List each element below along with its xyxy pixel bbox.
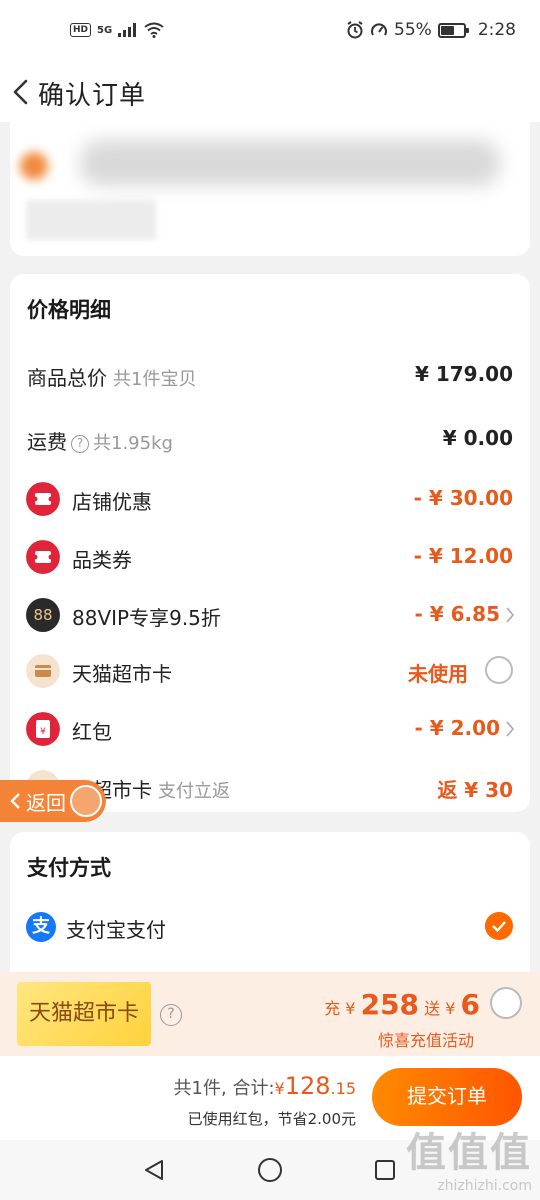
vip-discount-value: - ¥ 6.85 <box>414 602 501 626</box>
red-packet-label: 红包 <box>72 720 112 744</box>
question-icon[interactable]: ? <box>71 435 89 453</box>
shipping-weight: 共1.95kg <box>93 433 173 454</box>
signal-icon <box>118 23 137 37</box>
promo-bar: 天猫超市卡 ? 充 ¥ 258 送 ¥ 6 惊喜充值活动 <box>0 972 540 1056</box>
speed-gauge-icon <box>371 23 387 36</box>
goods-total-value: ¥ 179.00 <box>414 362 513 386</box>
promo-offer: 充 ¥ 258 送 ¥ 6 <box>324 988 480 1021</box>
avatar <box>70 785 102 817</box>
gift-prefix: 送 ¥ <box>424 999 456 1018</box>
category-coupon-label: 品类券 <box>72 548 132 572</box>
vip-88-icon: 88 <box>26 598 60 632</box>
cashback-note: 支付立返 <box>158 781 230 802</box>
chevron-right-icon <box>506 721 515 737</box>
clock: 2:28 <box>477 20 516 40</box>
row-goods-total: 商品总价 共1件宝贝 ¥ 179.00 <box>10 356 530 396</box>
row-tmall-card[interactable]: 天猫超市卡 未使用 <box>10 652 530 692</box>
red-packet-icon: ¥ <box>26 712 60 746</box>
total-line: 共1件, 合计:¥128.15 <box>174 1072 356 1100</box>
location-icon <box>20 152 48 180</box>
red-packet-value: - ¥ 2.00 <box>414 716 501 740</box>
store-discount-value: - ¥ 30.00 <box>413 486 513 510</box>
payment-title: 支付方式 <box>27 856 111 880</box>
tmall-card-label: 天猫超市卡 <box>72 662 172 686</box>
status-bar: HD 5G 55% 2:28 <box>0 0 540 64</box>
gift-amount: 6 <box>460 988 480 1021</box>
coupon-icon <box>26 540 60 574</box>
total-int: 128 <box>284 1072 331 1100</box>
tmall-card-promo[interactable]: 天猫超市卡 <box>17 982 151 1046</box>
total-label: 合计: <box>232 1078 275 1099</box>
home-circle-icon[interactable] <box>257 1157 283 1183</box>
row-red-packet[interactable]: ¥ 红包 - ¥ 2.00 <box>10 710 530 750</box>
status-left-group: HD 5G <box>70 22 164 38</box>
alipay-icon: 支 <box>26 912 56 942</box>
alarm-icon <box>347 21 363 39</box>
watermark-url: zhizhizhi.com <box>437 1178 532 1194</box>
cashback-value: 返 ¥ 30 <box>437 778 513 802</box>
page-title: 确认订单 <box>38 81 147 111</box>
recents-square-icon[interactable] <box>374 1159 396 1181</box>
tmall-card-status: 未使用 <box>408 662 468 686</box>
question-icon[interactable]: ? <box>160 1004 182 1026</box>
vip-discount-label: 88VIP专享9.5折 <box>72 606 221 630</box>
back-arrow-icon[interactable] <box>10 78 34 106</box>
row-shipping: 运费? 共1.95kg ¥ 0.00 <box>10 420 530 460</box>
back-triangle-icon[interactable] <box>142 1158 166 1182</box>
price-detail-card: 价格明细 商品总价 共1件宝贝 ¥ 179.00 运费? 共1.95kg ¥ 0.0… <box>10 274 530 812</box>
chevron-left-icon <box>10 793 20 809</box>
store-discount-label: 店铺优惠 <box>72 490 152 514</box>
row-category-coupon[interactable]: 品类券 - ¥ 12.00 <box>10 538 530 578</box>
alipay-label: 支付宝支付 <box>66 918 166 942</box>
saved-note: 已使用红包，节省2.00元 <box>187 1110 356 1128</box>
coupon-icon <box>26 482 60 516</box>
floating-back-label: 返回 <box>26 790 66 815</box>
total-amount: ¥128.15 <box>275 1072 356 1100</box>
watermark: 值值值 zhizhizhi.com <box>406 1120 532 1194</box>
shipping-value: ¥ 0.00 <box>442 426 513 450</box>
goods-total-label: 商品总价 <box>27 366 107 390</box>
promo-subtitle: 惊喜充值活动 <box>377 1031 474 1050</box>
promo-radio[interactable] <box>490 987 522 1019</box>
tmall-card-radio[interactable] <box>485 656 513 684</box>
watermark-logo: 值值值 <box>406 1130 532 1176</box>
total-dec: .15 <box>330 1079 356 1098</box>
charge-amount: 258 <box>360 988 420 1021</box>
card-icon <box>26 654 60 688</box>
status-right-group: 55% 2:28 <box>346 20 516 40</box>
battery-level <box>440 25 454 35</box>
hd-badge: HD <box>70 23 92 37</box>
check-icon[interactable] <box>485 912 513 940</box>
submit-order-button[interactable]: 提交订单 <box>372 1068 522 1126</box>
svg-text:¥: ¥ <box>40 727 46 737</box>
network-label: 5G <box>97 24 113 36</box>
wifi-icon <box>144 22 164 38</box>
currency-symbol: ¥ <box>274 1079 285 1098</box>
row-88vip[interactable]: 88 88VIP专享9.5折 - ¥ 6.85 <box>10 596 530 636</box>
goods-count: 共1件宝贝 <box>113 369 197 390</box>
battery-icon <box>437 22 469 38</box>
category-coupon-value: - ¥ 12.00 <box>413 544 513 568</box>
address-card[interactable] <box>10 122 530 256</box>
item-count: 共1件, <box>173 1078 227 1099</box>
payment-option-alipay[interactable]: 支 支付宝支付 <box>10 912 530 952</box>
address-blurred <box>80 140 500 186</box>
battery-percent: 55% <box>394 20 432 40</box>
floating-back-button[interactable]: 返回 <box>0 780 106 822</box>
product-image-blurred <box>26 200 156 240</box>
charge-prefix: 充 ¥ <box>324 999 356 1018</box>
shipping-label: 运费 <box>27 430 67 454</box>
price-detail-title: 价格明细 <box>27 298 111 322</box>
nav-bar: 确认订单 <box>0 64 540 122</box>
row-store-discount[interactable]: 店铺优惠 - ¥ 30.00 <box>10 480 530 520</box>
chevron-right-icon <box>506 607 515 623</box>
